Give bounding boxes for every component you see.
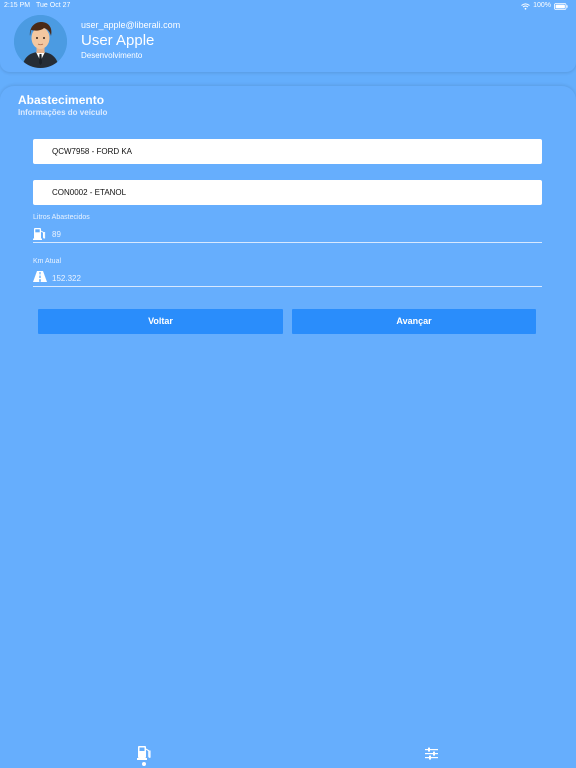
user-email: user_apple@liberali.com — [81, 20, 181, 30]
page-subtitle: Informações do veículo — [18, 108, 108, 117]
next-button[interactable]: Avançar — [292, 309, 536, 334]
page-title: Abastecimento — [18, 93, 105, 107]
fuel-select[interactable]: CON0002 - ETANOL — [33, 180, 542, 205]
tab-fuel-pump-icon[interactable] — [137, 745, 151, 760]
wifi-icon — [521, 2, 530, 10]
km-value: 152.322 — [52, 274, 81, 283]
km-field[interactable]: 152.322 — [33, 271, 542, 287]
screen: user_apple@liberali.com User Apple Desen… — [0, 0, 576, 768]
liters-value: 89 — [52, 230, 61, 239]
battery-percent: 100% — [533, 2, 551, 9]
back-button[interactable]: Voltar — [38, 309, 283, 334]
vehicle-select[interactable]: QCW7958 - FORD KA — [33, 139, 542, 164]
user-name: User Apple — [81, 32, 155, 49]
fuel-pump-icon — [33, 228, 46, 240]
road-icon — [33, 271, 47, 282]
avatar — [14, 15, 67, 68]
km-label: Km Atual — [33, 258, 62, 265]
battery-icon — [554, 2, 568, 10]
active-tab-indicator — [142, 762, 146, 766]
status-time: 2:15 PM — [4, 2, 31, 9]
user-avatar-icon — [14, 15, 67, 68]
status-bar: 2:15 PM Tue Oct 27 100% — [0, 0, 576, 12]
user-department: Desenvolvimento — [81, 51, 143, 60]
liters-label: Litros Abastecidos — [33, 214, 90, 221]
sliders-icon[interactable] — [425, 747, 438, 760]
status-date: Tue Oct 27 — [36, 2, 71, 9]
liters-field[interactable]: 89 — [33, 227, 542, 243]
fueling-card: Abastecimento Informações do veículo QCW… — [0, 86, 576, 768]
